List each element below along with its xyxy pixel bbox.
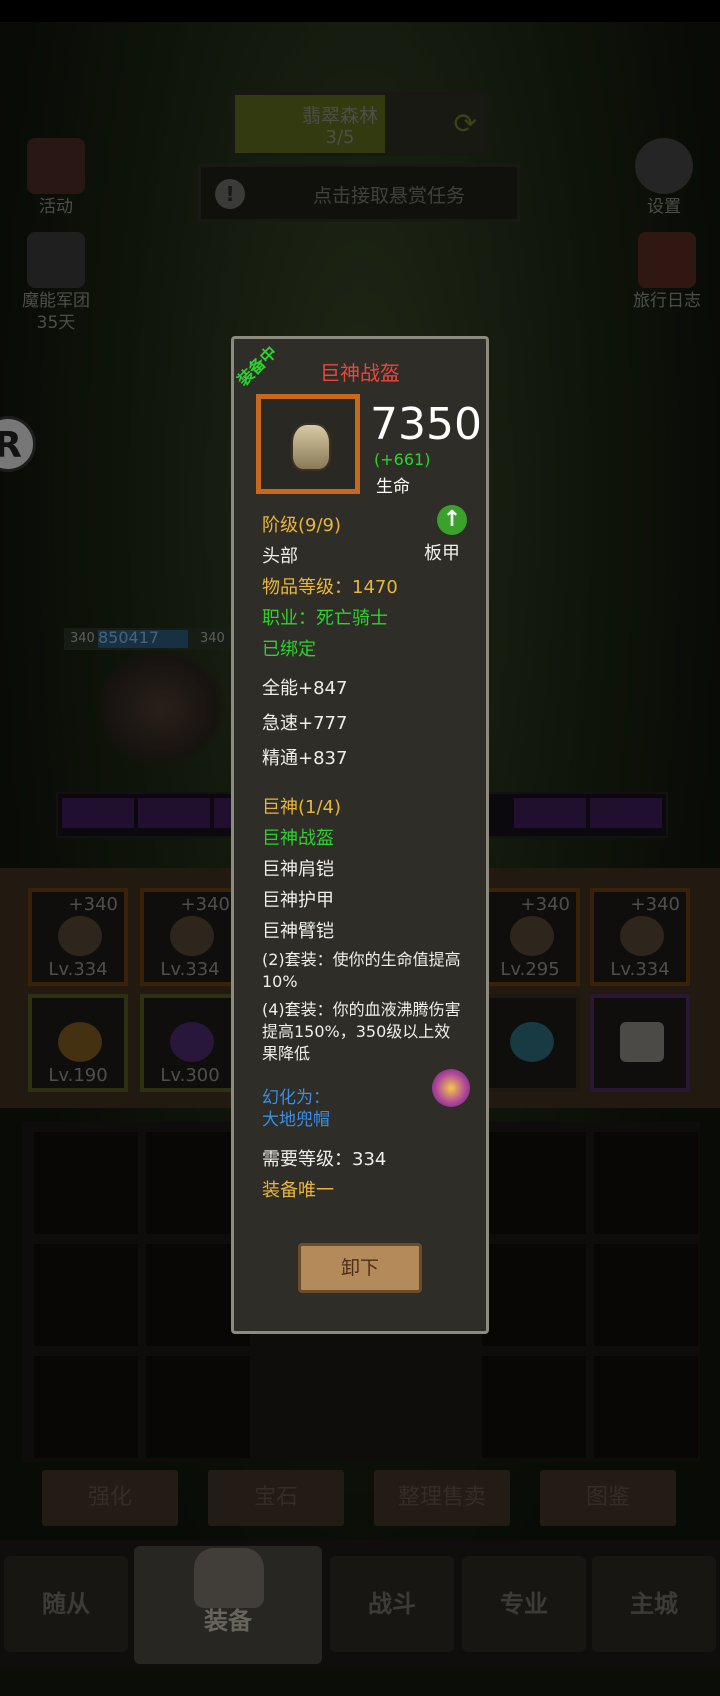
item-icon-frame [256, 394, 360, 494]
item-name: 巨神战盔 [320, 361, 400, 385]
set-bonus-4: (4)套装：你的血液沸腾伤害提高150%，350级以上效果降低 [262, 1000, 461, 1063]
set-piece: 巨神护甲 [262, 890, 334, 911]
item-tier: 阶级(9/9) [262, 515, 342, 536]
set-piece: 巨神战盔 [262, 828, 334, 849]
set-name: 巨神(1/4) [262, 797, 342, 818]
helmet-icon [291, 423, 331, 471]
item-slot: 头部 [262, 546, 298, 567]
armor-type: 板甲 [424, 543, 460, 564]
status-bar [0, 0, 720, 22]
required-level: 需要等级：334 [262, 1149, 387, 1170]
set-piece: 巨神肩铠 [262, 859, 334, 880]
item-tooltip: 装备中 巨神战盔 7350 (+661) 生命 阶级(9/9) ↑ 头部 板甲 … [231, 336, 489, 1334]
class-requirement: 职业：死亡骑士 [262, 608, 388, 629]
set-piece: 巨神臂铠 [262, 921, 334, 942]
main-stat-value: 7350 [370, 399, 482, 450]
transmog-item: 大地兜帽 [262, 1110, 330, 1130]
upgrade-arrow-icon[interactable]: ↑ [437, 505, 467, 535]
main-stat-name: 生命 [376, 477, 410, 497]
set-bonus-2: (2)套装：使你的生命值提高10% [262, 950, 461, 991]
unequip-button[interactable]: 卸下 [298, 1243, 422, 1293]
transmog-icon[interactable] [432, 1069, 470, 1107]
secondary-stat: 急速+777 [262, 713, 348, 734]
secondary-stat: 全能+847 [262, 678, 348, 699]
item-level-line: 物品等级：1470 [262, 577, 398, 598]
unique-equip: 装备唯一 [262, 1180, 334, 1201]
main-stat-delta: (+661) [374, 450, 431, 469]
secondary-stat: 精通+837 [262, 748, 348, 769]
bound-status: 已绑定 [262, 639, 316, 660]
